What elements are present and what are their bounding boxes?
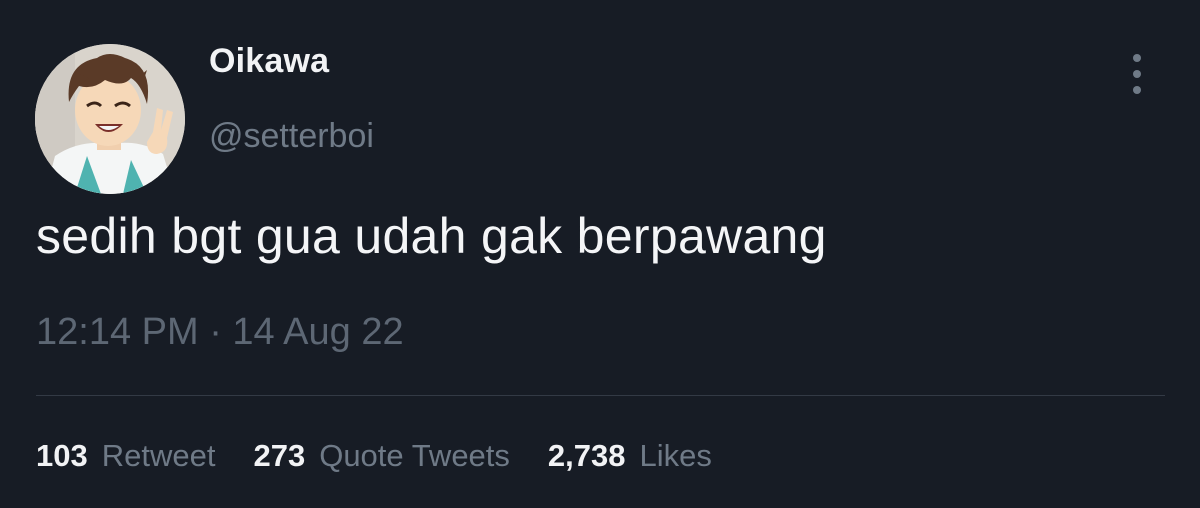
engagement-stats: 103 Retweet 273 Quote Tweets 2,738 Likes: [36, 438, 750, 474]
retweet-label: Retweet: [101, 438, 216, 473]
more-dot: [1133, 70, 1141, 78]
retweet-stat[interactable]: 103 Retweet: [36, 438, 215, 474]
retweet-count: 103: [36, 438, 88, 473]
user-handle[interactable]: @setterboi: [209, 117, 374, 156]
quote-tweet-stat[interactable]: 273 Quote Tweets: [253, 438, 509, 474]
more-dot: [1133, 54, 1141, 62]
divider: [36, 395, 1165, 396]
likes-count: 2,738: [547, 438, 626, 473]
display-name[interactable]: Oikawa: [209, 42, 329, 81]
tweet-timestamp[interactable]: 12:14 PM · 14 Aug 22: [36, 311, 404, 354]
quote-tweet-label: Quote Tweets: [319, 438, 510, 473]
likes-label: Likes: [639, 438, 712, 473]
quote-tweet-count: 273: [253, 438, 306, 473]
more-options-icon[interactable]: [1122, 52, 1152, 96]
avatar[interactable]: [35, 44, 185, 194]
tweet-card: Oikawa @setterboi sedih bgt gua udah gak…: [0, 0, 1200, 508]
tweet-text: sedih bgt gua udah gak berpawang: [36, 208, 827, 264]
likes-stat[interactable]: 2,738 Likes: [548, 438, 712, 474]
avatar-image: [35, 44, 185, 194]
more-dot: [1133, 86, 1141, 94]
